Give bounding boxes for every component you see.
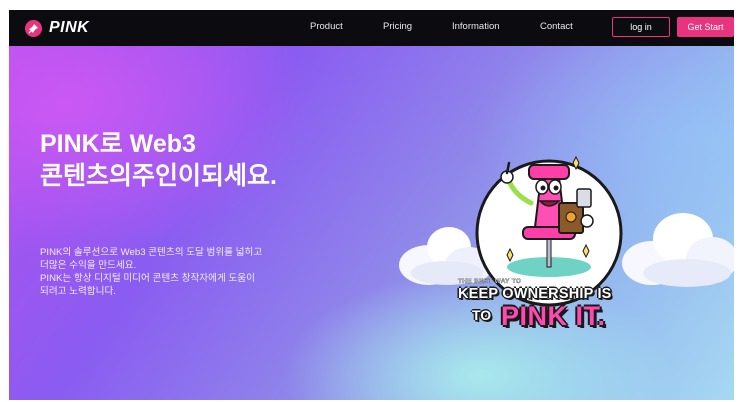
hero-description-line-2: 더많은 수익을 만드세요. bbox=[40, 260, 137, 271]
hero-description-line-4: 되려고 노력합니다. bbox=[40, 286, 116, 297]
brand-logo[interactable]: PINK bbox=[25, 17, 89, 39]
slogan-keep-ownership: KEEP OWNERSHIP IS bbox=[458, 286, 612, 302]
nav-link-pricing[interactable]: Pricing bbox=[383, 21, 412, 32]
page-frame: PINK Product Pricing Information Contact… bbox=[9, 10, 734, 400]
login-button[interactable]: log in bbox=[612, 17, 670, 37]
nav-link-product[interactable]: Product bbox=[310, 21, 343, 32]
hero-description-line-3: PINK는 항상 디지털 미디어 콘텐츠 창작자에게 도움이 bbox=[40, 273, 255, 284]
brand-name: PINK bbox=[49, 19, 90, 36]
nav-link-contact[interactable]: Contact bbox=[540, 21, 573, 32]
nav-link-information[interactable]: Information bbox=[452, 21, 500, 32]
pin-logo-icon bbox=[25, 19, 42, 37]
hero-title-line-2: 콘텐츠의주인이되세요. bbox=[40, 162, 277, 190]
hero-title-line-1: PINK로 Web3 bbox=[40, 130, 196, 158]
get-start-button[interactable]: Get Start bbox=[677, 17, 734, 37]
slogan-pink-it: PINK IT. bbox=[501, 301, 606, 331]
hero-description: PINK의 솔루션으로 Web3 콘텐츠의 도달 범위를 넓히고 더많은 수익을… bbox=[40, 246, 370, 298]
hero-description-line-1: PINK의 솔루션으로 Web3 콘텐츠의 도달 범위를 넓히고 bbox=[40, 247, 263, 258]
slogan-to: TO bbox=[472, 307, 492, 323]
hero-title: PINK로 Web3 콘텐츠의주인이되세요. bbox=[40, 128, 370, 192]
right-cloud-icon bbox=[622, 213, 734, 287]
slogan-small: THE BEST WAY TO bbox=[458, 278, 522, 285]
top-navbar: PINK Product Pricing Information Contact… bbox=[9, 10, 734, 46]
